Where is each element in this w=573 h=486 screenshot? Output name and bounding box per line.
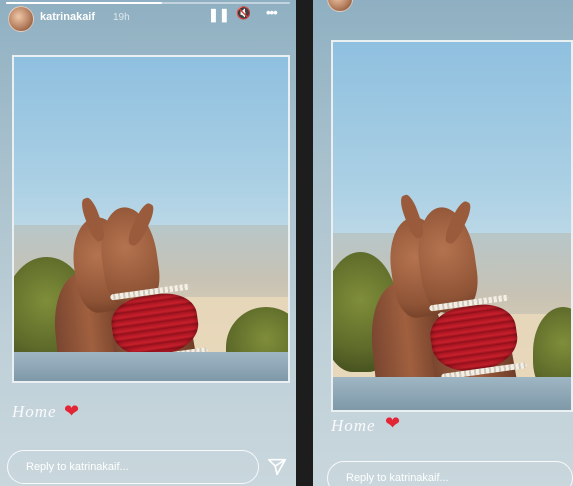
more-options-icon[interactable]: ••• xyxy=(266,5,278,20)
reply-placeholder: Reply to katrinakaif... xyxy=(26,461,129,473)
reply-input[interactable]: Reply to katrinakaif... xyxy=(327,461,573,486)
panel-divider xyxy=(296,0,313,486)
story-progress-fill xyxy=(6,2,163,4)
mute-icon[interactable]: 🔇 xyxy=(236,6,251,20)
send-icon[interactable] xyxy=(266,456,288,478)
reply-placeholder: Reply to katrinakaif... xyxy=(346,472,449,484)
username-label[interactable]: katrinakaif xyxy=(40,11,95,23)
profile-avatar[interactable] xyxy=(8,6,34,32)
story-progress-bar xyxy=(6,2,290,4)
story-caption: Home xyxy=(331,416,376,435)
story-timestamp: 19h xyxy=(113,12,130,23)
pause-icon[interactable]: ❚❚ xyxy=(208,7,230,23)
reply-input[interactable]: Reply to katrinakaif... xyxy=(7,450,259,484)
story-panel-left[interactable]: katrinakaif 19h ❚❚ 🔇 ••• Home ❤ Reply to… xyxy=(0,0,296,486)
story-photo xyxy=(12,55,290,383)
story-panel-right[interactable]: Home ❤ Reply to katrinakaif... xyxy=(313,0,573,486)
heart-icon: ❤ xyxy=(64,401,80,421)
story-caption: Home xyxy=(12,402,57,421)
heart-icon: ❤ xyxy=(385,413,401,433)
story-photo xyxy=(331,40,573,412)
profile-avatar[interactable] xyxy=(327,0,353,12)
